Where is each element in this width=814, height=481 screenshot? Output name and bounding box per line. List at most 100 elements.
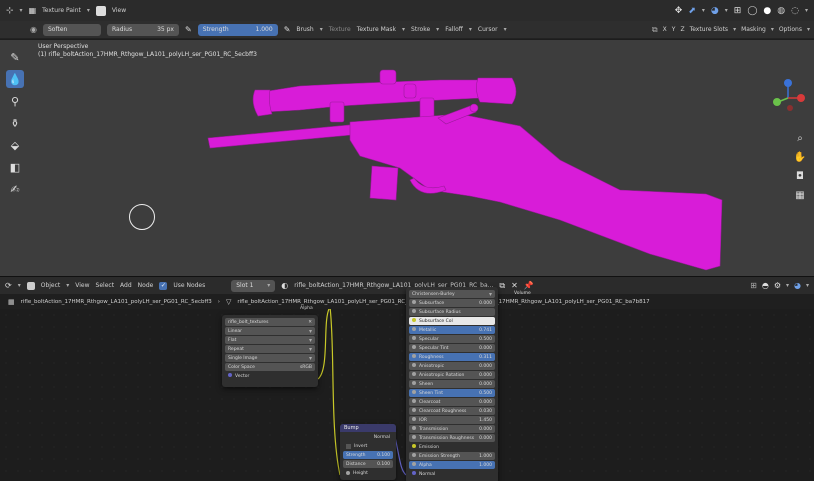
gizmo-icon[interactable]: ⬈ bbox=[688, 6, 696, 16]
snap-icon[interactable]: ⊞ bbox=[750, 281, 757, 290]
input-socket-icon[interactable] bbox=[412, 345, 416, 349]
input-socket-icon[interactable] bbox=[412, 372, 416, 376]
input-socket-icon[interactable] bbox=[412, 426, 416, 430]
bsdf-input-row[interactable]: Clearcoat 0.000 bbox=[409, 398, 495, 406]
principled-bsdf-node[interactable]: Christensen-Burley ▾ Subsurface 0.000 Subs… bbox=[406, 287, 498, 481]
source-dropdown[interactable]: Single Image ▾ bbox=[225, 354, 315, 362]
input-socket-icon[interactable] bbox=[412, 381, 416, 385]
bsdf-input-row[interactable]: Transmission Roughness 0.000 bbox=[409, 434, 495, 442]
node-overlay-icon[interactable]: ◕ bbox=[794, 281, 801, 290]
stroke-menu[interactable]: Stroke bbox=[411, 26, 430, 33]
input-socket-icon[interactable] bbox=[412, 327, 416, 331]
chevron-down-icon[interactable]: ▾ bbox=[436, 26, 439, 33]
brush-selector[interactable]: Soften bbox=[42, 23, 101, 36]
mode-selector[interactable]: Texture Paint bbox=[42, 7, 81, 14]
shading-material-icon[interactable]: ◍ bbox=[777, 6, 785, 16]
mirror-y-toggle[interactable]: Y bbox=[672, 26, 676, 33]
input-socket-icon[interactable] bbox=[412, 462, 416, 466]
paint-toggle-icon[interactable] bbox=[95, 5, 106, 16]
input-socket-icon[interactable] bbox=[412, 453, 416, 457]
bsdf-input-row[interactable]: Subsurface Radius bbox=[409, 308, 495, 316]
grid-icon[interactable]: ▦ bbox=[792, 187, 808, 203]
input-socket-icon[interactable] bbox=[412, 300, 416, 304]
xray-icon[interactable]: ⊞ bbox=[734, 6, 742, 16]
texture-mask-menu[interactable]: Texture Mask bbox=[357, 26, 396, 33]
bsdf-input-row[interactable]: Specular Tint 0.000 bbox=[409, 344, 495, 352]
mirror-z-toggle[interactable]: Z bbox=[680, 26, 684, 33]
smear-tool-icon[interactable]: ⚲ bbox=[6, 92, 24, 110]
chevron-down-icon[interactable]: ▾ bbox=[702, 7, 705, 14]
add-menu[interactable]: Add bbox=[120, 282, 132, 289]
invert-checkbox-row[interactable]: Invert bbox=[343, 442, 393, 450]
bsdf-input-row[interactable]: Sheen Tint 0.500 bbox=[409, 389, 495, 397]
soften-tool-icon[interactable]: 💧 bbox=[6, 70, 24, 88]
chevron-down-icon[interactable]: ▾ bbox=[807, 26, 810, 33]
camera-icon[interactable]: ◘ bbox=[792, 168, 808, 184]
node-editor-type-icon[interactable]: ⟳ bbox=[5, 281, 12, 290]
input-socket-icon[interactable] bbox=[412, 408, 416, 412]
node-canvas[interactable]: rifle_bolt_textures ✕ Linear ▾ Flat ▾ Repe… bbox=[0, 287, 814, 481]
input-socket-icon[interactable] bbox=[412, 354, 416, 358]
bsdf-input-row[interactable]: Emission Strength 1.000 bbox=[409, 452, 495, 460]
clone-tool-icon[interactable]: ⚱ bbox=[6, 114, 24, 132]
use-nodes-checkbox[interactable]: ✓ bbox=[159, 281, 168, 290]
chevron-down-icon[interactable]: ▾ bbox=[733, 26, 736, 33]
radius-field[interactable]: Radius 35 px bbox=[106, 23, 179, 36]
bsdf-input-row[interactable]: Sheen 0.000 bbox=[409, 380, 495, 388]
bsdf-input-row[interactable]: IOR 1.450 bbox=[409, 416, 495, 424]
bsdf-input-row[interactable]: Anisotropic Rotation 0.000 bbox=[409, 371, 495, 379]
view-menu[interactable]: View bbox=[112, 7, 126, 14]
bsdf-input-row[interactable]: Metallic 0.741 bbox=[409, 326, 495, 334]
bsdf-input-row[interactable]: Subsurface Col bbox=[409, 317, 495, 325]
view-menu[interactable]: View bbox=[75, 282, 89, 289]
object-menu[interactable]: Object bbox=[41, 282, 61, 289]
shading-rendered-icon[interactable]: ◌ bbox=[791, 6, 799, 16]
bsdf-input-row[interactable]: Subsurface 0.000 bbox=[409, 299, 495, 307]
chevron-down-icon[interactable]: ▾ bbox=[786, 282, 789, 289]
invert-checkbox[interactable] bbox=[346, 443, 351, 449]
strength-field[interactable]: Strength 1.000 bbox=[197, 23, 278, 36]
copy-material-icon[interactable]: ⧉ bbox=[499, 281, 505, 291]
node-menu[interactable]: Node bbox=[138, 282, 154, 289]
bsdf-input-row[interactable]: Anisotropic 0.000 bbox=[409, 362, 495, 370]
breadcrumb-object[interactable]: rifle_boltAction_17HMR_Rthgow_LA101_poly… bbox=[21, 299, 212, 305]
chevron-down-icon[interactable]: ▾ bbox=[320, 26, 323, 33]
vector-socket-icon[interactable] bbox=[228, 373, 232, 377]
chevron-down-icon[interactable]: ▾ bbox=[66, 282, 69, 289]
image-selector[interactable]: rifle_bolt_textures ✕ bbox=[225, 318, 315, 326]
overlay-toggle-icon[interactable]: ◓ bbox=[762, 281, 769, 290]
zoom-icon[interactable]: ⌕ bbox=[792, 130, 808, 146]
chevron-down-icon[interactable]: ▾ bbox=[18, 282, 21, 289]
shading-solid-icon[interactable]: ● bbox=[763, 6, 771, 16]
bsdf-input-row[interactable]: Roughness 0.311 bbox=[409, 353, 495, 361]
bsdf-input-row[interactable]: Transmission 0.000 bbox=[409, 425, 495, 433]
chevron-down-icon[interactable]: ▾ bbox=[469, 26, 472, 33]
chevron-down-icon[interactable]: ▾ bbox=[87, 7, 90, 14]
fill-tool-icon[interactable]: ⬙ bbox=[6, 136, 24, 154]
pin-icon[interactable]: 📌 bbox=[524, 281, 534, 290]
bump-node[interactable]: Bump Normal Invert Strength 0.100 Distan… bbox=[340, 424, 396, 480]
masking-menu[interactable]: Masking bbox=[741, 26, 766, 33]
bsdf-input-row[interactable]: Clearcoat Roughness 0.030 bbox=[409, 407, 495, 415]
input-socket-icon[interactable] bbox=[412, 318, 416, 322]
chevron-down-icon[interactable]: ▾ bbox=[20, 7, 23, 14]
distance-input[interactable]: Distance 0.100 bbox=[343, 460, 393, 468]
input-socket-icon[interactable] bbox=[412, 435, 416, 439]
pan-hand-icon[interactable]: ✋ bbox=[792, 149, 808, 165]
options-menu[interactable]: Options bbox=[779, 26, 802, 33]
bsdf-input-row[interactable]: Emission bbox=[409, 443, 495, 451]
display-icon[interactable]: ⚙ bbox=[774, 281, 781, 290]
input-socket-icon[interactable] bbox=[412, 309, 416, 313]
brush-menu[interactable]: Brush bbox=[296, 26, 313, 33]
bsdf-input-row[interactable]: Normal bbox=[409, 470, 495, 478]
falloff-menu[interactable]: Falloff bbox=[445, 26, 463, 33]
bsdf-input-row[interactable]: Specular 0.500 bbox=[409, 335, 495, 343]
chevron-down-icon[interactable]: ▾ bbox=[771, 26, 774, 33]
pressure-icon[interactable]: ✎ bbox=[185, 25, 192, 34]
chevron-down-icon[interactable]: ▾ bbox=[504, 26, 507, 33]
input-socket-icon[interactable] bbox=[412, 363, 416, 367]
shading-wireframe-icon[interactable]: ◯ bbox=[747, 6, 757, 16]
chevron-down-icon[interactable]: ▾ bbox=[402, 26, 405, 33]
axis-gizmo-icon[interactable] bbox=[770, 78, 806, 118]
mask-tool-icon[interactable]: ◧ bbox=[6, 158, 24, 176]
